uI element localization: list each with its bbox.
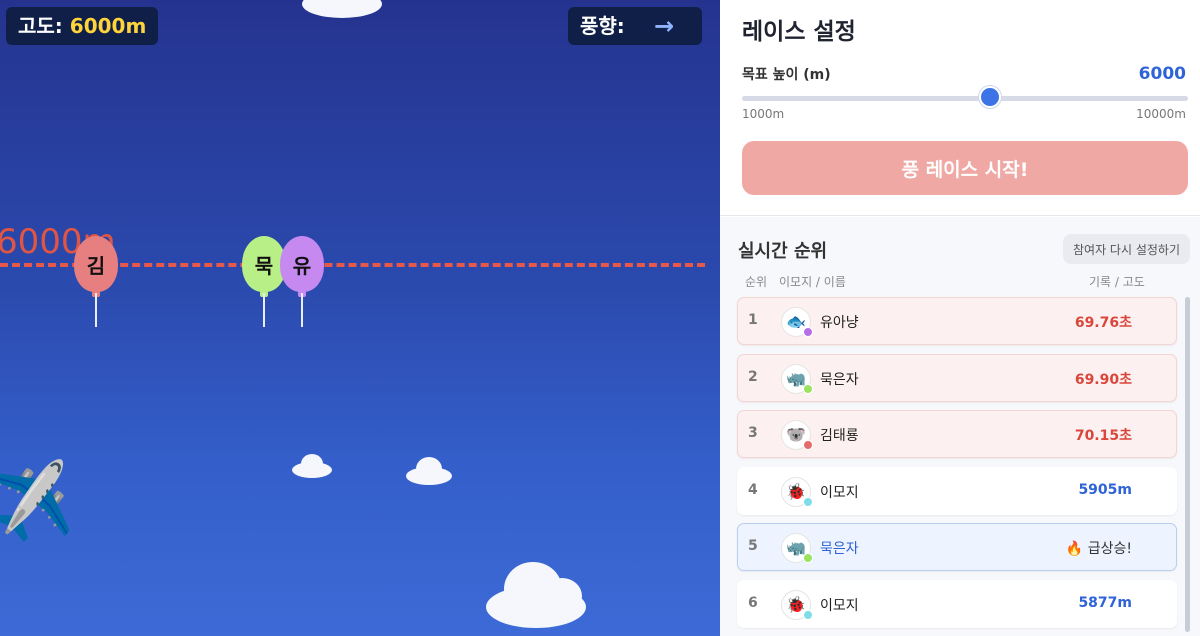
wind-arrow-icon: → bbox=[654, 12, 675, 40]
ranking-row[interactable]: 3 🐨 김태룡 70.15초 bbox=[737, 410, 1177, 458]
participant-name: 유아냥 bbox=[820, 315, 859, 331]
airplane-icon: ✈️ bbox=[0, 456, 79, 550]
balloon-yu: 유 bbox=[280, 236, 324, 297]
participant-name: 묵은자 bbox=[820, 371, 859, 388]
record-value: 🔥 급상승! bbox=[1065, 541, 1132, 557]
participant-name: 김태룡 bbox=[820, 428, 859, 444]
rank-number: 2 bbox=[748, 368, 758, 385]
altitude-label: 고도: bbox=[18, 14, 63, 38]
rank-number: 4 bbox=[748, 481, 758, 498]
balloon-string bbox=[301, 293, 303, 327]
participant-name: 이모지 bbox=[820, 484, 859, 501]
wind-display: 풍향: → bbox=[568, 7, 702, 45]
balloon-string bbox=[263, 293, 265, 327]
ranking-scrollbar[interactable] bbox=[1185, 297, 1190, 632]
balloon-color-dot bbox=[803, 440, 813, 450]
balloon-color-dot bbox=[803, 609, 813, 620]
altitude-value: 6000m bbox=[69, 14, 147, 38]
start-race-button[interactable]: 풍 레이스 시작! bbox=[742, 141, 1188, 195]
ranking-row[interactable]: 2 🦏 묵은자 69.90초 bbox=[737, 353, 1177, 402]
goal-height-slider[interactable] bbox=[742, 96, 1188, 101]
cloud bbox=[486, 560, 586, 630]
race-settings: 레이스 설정 목표 높이 (m) 6000 1000m 10000m 풍 레이스… bbox=[720, 0, 1200, 216]
balloon-initial: 김 bbox=[86, 253, 106, 278]
goal-height-field-label: 목표 높이 (m) bbox=[742, 67, 831, 83]
altitude-display: 고도: 6000m bbox=[6, 7, 158, 45]
rank-number: 6 bbox=[748, 594, 758, 611]
record-value: 5877m bbox=[1078, 594, 1132, 611]
column-name: 이모지 / 이름 bbox=[779, 275, 846, 289]
cloud bbox=[302, 0, 384, 18]
rank-number: 5 bbox=[748, 538, 758, 554]
settings-title: 레이스 설정 bbox=[742, 19, 856, 45]
record-value: 69.90초 bbox=[1074, 371, 1132, 388]
reset-participants-button[interactable]: 참여자 다시 설정하기 bbox=[1063, 234, 1190, 264]
column-record: 기록 / 고도 bbox=[1089, 275, 1145, 289]
game-canvas: 고도: 6000m 풍향: → 6000m 김 묵 유 ✈️ bbox=[0, 0, 720, 636]
ranking-title: 실시간 순위 bbox=[738, 241, 828, 262]
record-value: 69.76초 bbox=[1074, 315, 1132, 331]
balloon-color-dot bbox=[803, 383, 813, 394]
slider-min-label: 1000m bbox=[742, 107, 785, 121]
cloud bbox=[292, 452, 332, 480]
balloon-initial: 묵 bbox=[254, 253, 274, 278]
balloon-initial: 유 bbox=[292, 253, 312, 278]
ranking-row[interactable]: 5 🦏 묵은자 🔥 급상승! bbox=[737, 523, 1177, 571]
side-panel: 레이스 설정 목표 높이 (m) 6000 1000m 10000m 풍 레이스… bbox=[720, 0, 1200, 636]
balloon-string bbox=[95, 293, 97, 327]
balloon-kim: 김 bbox=[74, 236, 118, 297]
balloon-color-dot bbox=[803, 496, 813, 507]
ranking-row[interactable]: 1 🐟 유아냥 69.76초 bbox=[737, 297, 1177, 345]
record-value: 70.15초 bbox=[1074, 428, 1132, 444]
balloon-color-dot bbox=[803, 553, 813, 563]
participant-name: 이모지 bbox=[820, 597, 859, 614]
rank-number: 3 bbox=[748, 425, 758, 441]
balloon-color-dot bbox=[803, 327, 813, 337]
slider-thumb[interactable] bbox=[978, 86, 1001, 108]
participant-name: 묵은자 bbox=[820, 541, 859, 557]
column-rank: 순위 bbox=[745, 275, 768, 289]
ranking-row[interactable]: 4 🐞 이모지 5905m bbox=[737, 466, 1177, 515]
slider-max-label: 10000m bbox=[1136, 107, 1186, 121]
wind-label: 풍향: bbox=[580, 14, 625, 38]
live-ranking: 실시간 순위 참여자 다시 설정하기 순위 이모지 / 이름 기록 / 고도 1… bbox=[720, 217, 1200, 636]
record-value: 5905m bbox=[1078, 481, 1132, 498]
rank-number: 1 bbox=[748, 312, 758, 328]
ranking-list: 1 🐟 유아냥 69.76초 2 🦏 묵은자 69.90초 3 🐨 김태룡 70.15초 4 🐞 이모지 59… bbox=[737, 297, 1177, 636]
goal-height-value: 6000 bbox=[1138, 64, 1186, 84]
ranking-row[interactable]: 6 🐞 이모지 5877m bbox=[737, 579, 1177, 628]
cloud bbox=[406, 455, 452, 487]
